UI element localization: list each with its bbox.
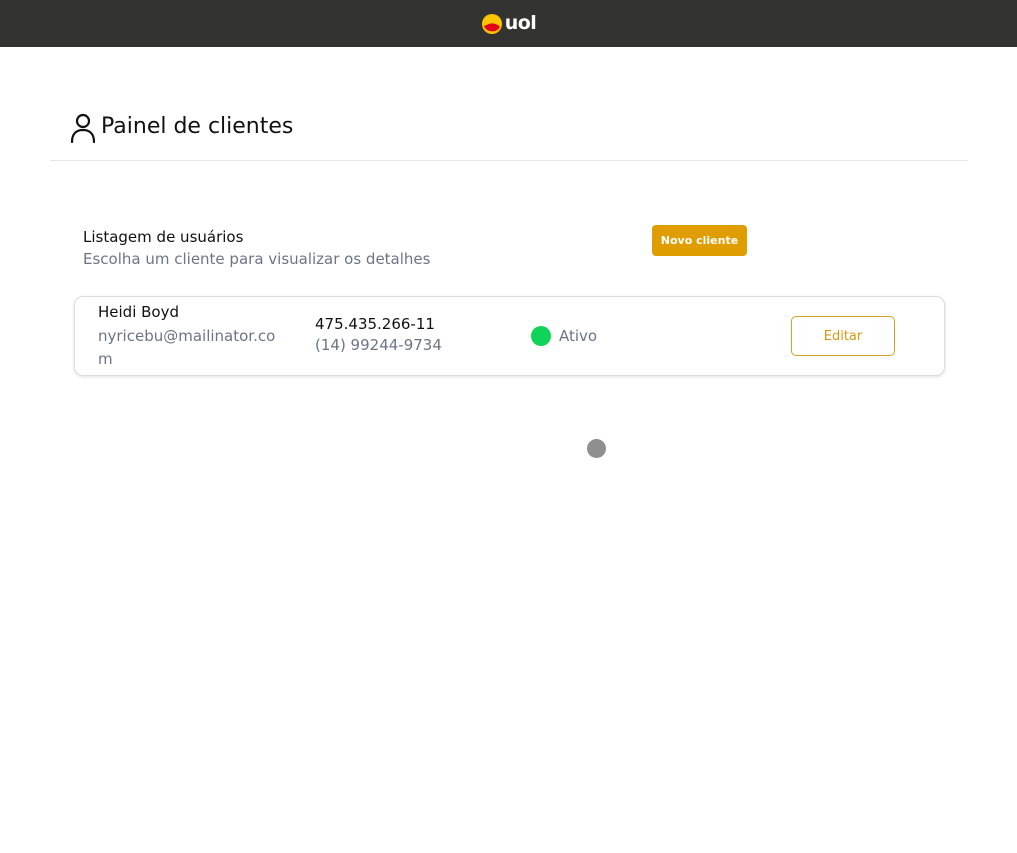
loading-spinner-icon [587, 439, 606, 458]
client-email: nyricebu@mailinator.com [98, 327, 276, 368]
new-client-button[interactable]: Novo cliente [652, 225, 747, 256]
logo-text: uol [504, 12, 537, 34]
edit-client-button[interactable]: Editar [791, 316, 895, 356]
uol-logo-icon [481, 13, 502, 34]
status-label: Ativo [559, 327, 598, 345]
client-row[interactable]: Heidi Boyd nyricebu@mailinator.com 475.4… [74, 296, 945, 376]
list-subtitle: Escolha um cliente para visualizar os de… [83, 250, 431, 268]
client-identity: Heidi Boyd nyricebu@mailinator.com [98, 302, 278, 371]
client-documents: 475.435.266-11 (14) 99244-9734 [315, 314, 442, 356]
client-phone: (14) 99244-9734 [315, 336, 442, 354]
top-bar: uol [0, 0, 1017, 47]
user-icon [70, 113, 96, 143]
uol-logo[interactable]: uol [481, 13, 537, 35]
client-cpf: 475.435.266-11 [315, 315, 435, 333]
client-status: Ativo [531, 326, 597, 346]
status-dot-icon [531, 326, 551, 346]
client-name: Heidi Boyd [98, 303, 179, 321]
page-header: Painel de clientes [50, 110, 968, 161]
page-title: Painel de clientes [101, 114, 294, 139]
list-header: Listagem de usuários Escolha um cliente … [83, 227, 430, 271]
list-title: Listagem de usuários [83, 228, 244, 246]
